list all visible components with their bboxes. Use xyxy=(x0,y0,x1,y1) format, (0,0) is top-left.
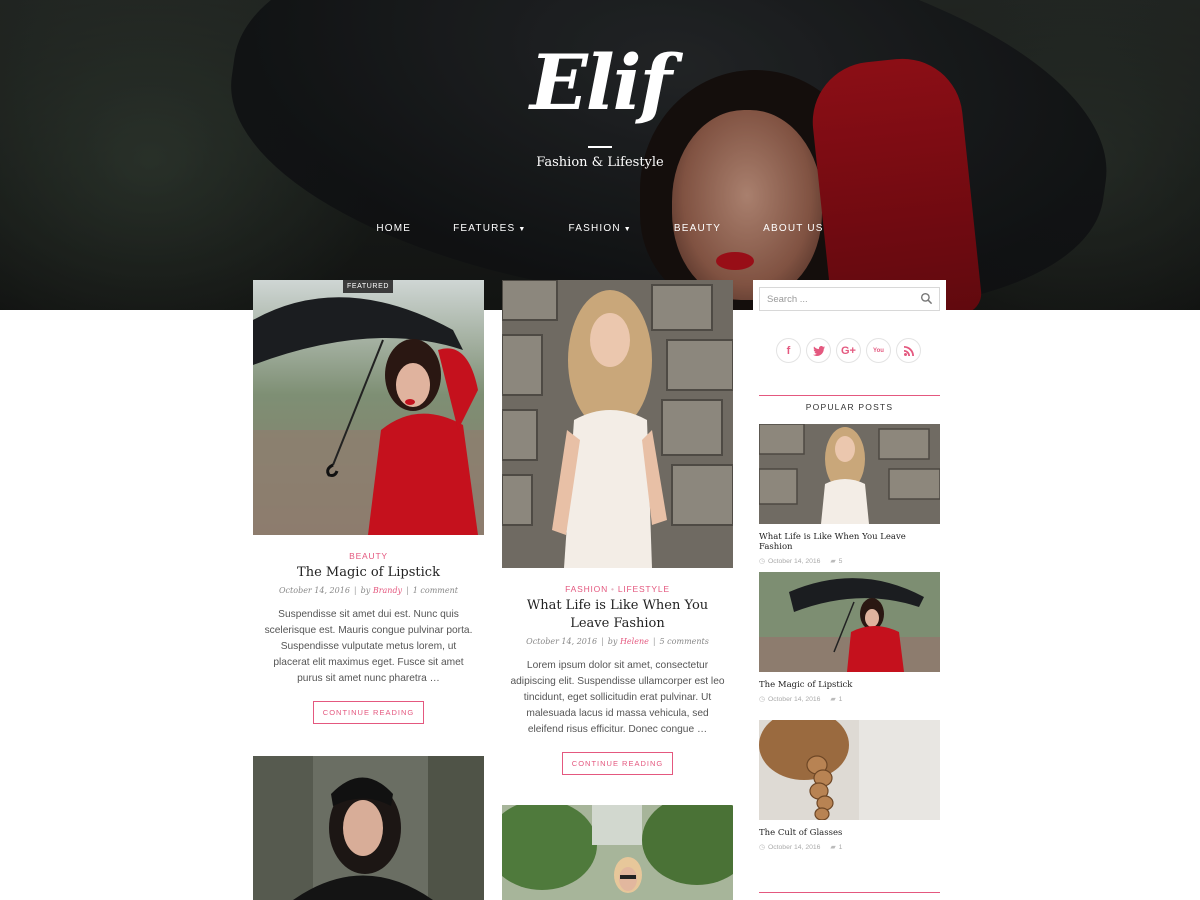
nav-label: FASHION xyxy=(568,223,621,234)
post-date: October 14, 2016 xyxy=(279,586,350,595)
popular-post-title[interactable]: The Magic of Lipstick xyxy=(759,680,940,690)
post-meta: October 14, 2016 | by Brandy | 1 comment xyxy=(253,586,484,595)
post-image[interactable] xyxy=(253,756,484,900)
featured-badge: FEATURED xyxy=(343,280,393,293)
post-meta: October 14, 2016 | by Helene | 5 comments xyxy=(502,637,733,646)
main-nav: HOME FEATURES ▼ FASHION ▼ BEAUTY ABOUT US xyxy=(0,223,1200,234)
popular-post-date: October 14, 2016 xyxy=(767,558,821,565)
post-by: by xyxy=(607,637,618,646)
comment-icon: ▰ xyxy=(830,696,836,703)
nav-item-fashion[interactable]: FASHION ▼ xyxy=(547,223,652,234)
post-author-link[interactable]: Helene xyxy=(620,637,649,646)
continue-reading-button[interactable]: CONTINUE READING xyxy=(312,701,425,724)
braided-hair-thumb xyxy=(759,720,940,820)
rss-icon[interactable] xyxy=(896,338,921,363)
nav-item-about-us[interactable]: ABOUT US xyxy=(742,223,845,234)
youtube-glyph: You xyxy=(873,347,884,354)
post-by: by xyxy=(360,586,371,595)
post-comments-link[interactable]: 5 comments xyxy=(660,637,709,646)
popular-post-comments: 5 xyxy=(838,558,843,565)
beanie-woman-photo xyxy=(253,756,484,900)
widget-divider xyxy=(759,892,940,893)
post-date: October 14, 2016 xyxy=(526,637,598,646)
stone-wall-woman-thumb xyxy=(759,424,940,524)
comment-icon: ▰ xyxy=(830,558,836,565)
meta-divider: | xyxy=(353,586,357,595)
social-links: f G+ You xyxy=(776,338,921,363)
clock-icon: ◷ xyxy=(759,558,765,565)
category-link[interactable]: LIFESTYLE xyxy=(618,584,670,594)
umbrella-woman-photo xyxy=(253,280,484,535)
post-excerpt: Lorem ipsum dolor sit amet, consectetur … xyxy=(510,660,725,735)
popular-post-date: October 14, 2016 xyxy=(767,696,821,703)
twitter-icon[interactable] xyxy=(806,338,831,363)
popular-post-meta: ◷ October 14, 2016 ▰ 5 xyxy=(759,557,940,565)
street-woman-photo xyxy=(502,805,733,900)
popular-post-title[interactable]: The Cult of Glasses xyxy=(759,828,940,838)
category-label: BEAUTY xyxy=(349,551,388,561)
umbrella-woman-thumb xyxy=(759,572,940,672)
popular-post-item: What Life is Like When You Leave Fashion… xyxy=(759,424,940,565)
nav-label: FEATURES xyxy=(453,223,516,234)
comment-icon: ▰ xyxy=(830,844,836,851)
search-input[interactable]: Search ... xyxy=(759,287,940,311)
stone-wall-woman-photo xyxy=(502,280,733,568)
site-logo[interactable]: Elif xyxy=(0,38,1200,127)
category-link[interactable]: FASHION xyxy=(565,584,608,594)
caret-down-icon: ▼ xyxy=(623,226,632,233)
google-plus-icon[interactable]: G+ xyxy=(836,338,861,363)
post-comments-link[interactable]: 1 comment xyxy=(413,586,458,595)
nav-label: BEAUTY xyxy=(673,223,722,234)
meta-divider: | xyxy=(601,637,604,646)
post-image[interactable] xyxy=(502,805,733,900)
post-image[interactable] xyxy=(253,280,484,535)
post-card: FASHION • LIFESTYLE What Life is Like When… xyxy=(502,280,733,900)
nav-item-features[interactable]: FEATURES ▼ xyxy=(432,223,547,234)
search-placeholder: Search ... xyxy=(767,294,808,305)
clock-icon: ◷ xyxy=(759,696,765,703)
popular-post-comments: 1 xyxy=(838,844,843,851)
post-card: FEATURED BEAUTY The Magic of Lipstick Oc… xyxy=(253,280,484,900)
nav-item-beauty[interactable]: BEAUTY xyxy=(653,223,742,234)
popular-post-meta: ◷ October 14, 2016 ▰ 1 xyxy=(759,695,940,703)
popular-posts-title: POPULAR POSTS xyxy=(805,402,894,412)
popular-post-thumbnail[interactable] xyxy=(759,720,940,820)
post-category[interactable]: BEAUTY xyxy=(253,551,484,561)
rss-glyph xyxy=(903,345,914,356)
widget-divider xyxy=(759,395,940,396)
youtube-icon[interactable]: You xyxy=(866,338,891,363)
category-separator: • xyxy=(611,584,615,594)
popular-post-date: October 14, 2016 xyxy=(767,844,821,851)
popular-post-thumbnail[interactable] xyxy=(759,424,940,524)
twitter-bird-glyph xyxy=(812,345,825,356)
nav-label: HOME xyxy=(376,223,412,234)
post-categories: FASHION • LIFESTYLE xyxy=(502,584,733,594)
meta-divider: | xyxy=(652,637,656,646)
meta-divider: | xyxy=(406,586,409,595)
logo-divider xyxy=(588,146,612,148)
facebook-icon[interactable]: f xyxy=(776,338,801,363)
post-image[interactable] xyxy=(502,280,733,568)
popular-post-comments: 1 xyxy=(838,696,843,703)
post-excerpt: Suspendisse sit amet dui est. Nunc quis … xyxy=(264,609,473,684)
popular-post-thumbnail[interactable] xyxy=(759,572,940,672)
post-author-link[interactable]: Brandy xyxy=(373,586,402,595)
post-title[interactable]: What Life is Like When You Leave Fashion xyxy=(518,597,718,633)
search-icon[interactable] xyxy=(920,292,933,305)
nav-label: ABOUT US xyxy=(763,223,824,234)
popular-post-item: The Cult of Glasses ◷ October 14, 2016 ▰ 1 xyxy=(759,720,940,851)
sidebar: Search ... f G+ You POPULAR POSTS What L… xyxy=(753,280,946,900)
popular-post-item: The Magic of Lipstick ◷ October 14, 2016 … xyxy=(759,572,940,703)
nav-item-home[interactable]: HOME xyxy=(355,223,432,234)
continue-reading-button[interactable]: CONTINUE READING xyxy=(561,752,674,775)
caret-down-icon: ▼ xyxy=(518,226,527,233)
post-title[interactable]: The Magic of Lipstick xyxy=(253,564,484,582)
popular-post-meta: ◷ October 14, 2016 ▰ 1 xyxy=(759,843,940,851)
popular-post-title[interactable]: What Life is Like When You Leave Fashion xyxy=(759,532,940,552)
clock-icon: ◷ xyxy=(759,844,765,851)
site-tagline: Fashion & Lifestyle xyxy=(536,155,664,170)
hero-header: Elif Fashion & Lifestyle HOME FEATURES ▼ … xyxy=(0,0,1200,310)
